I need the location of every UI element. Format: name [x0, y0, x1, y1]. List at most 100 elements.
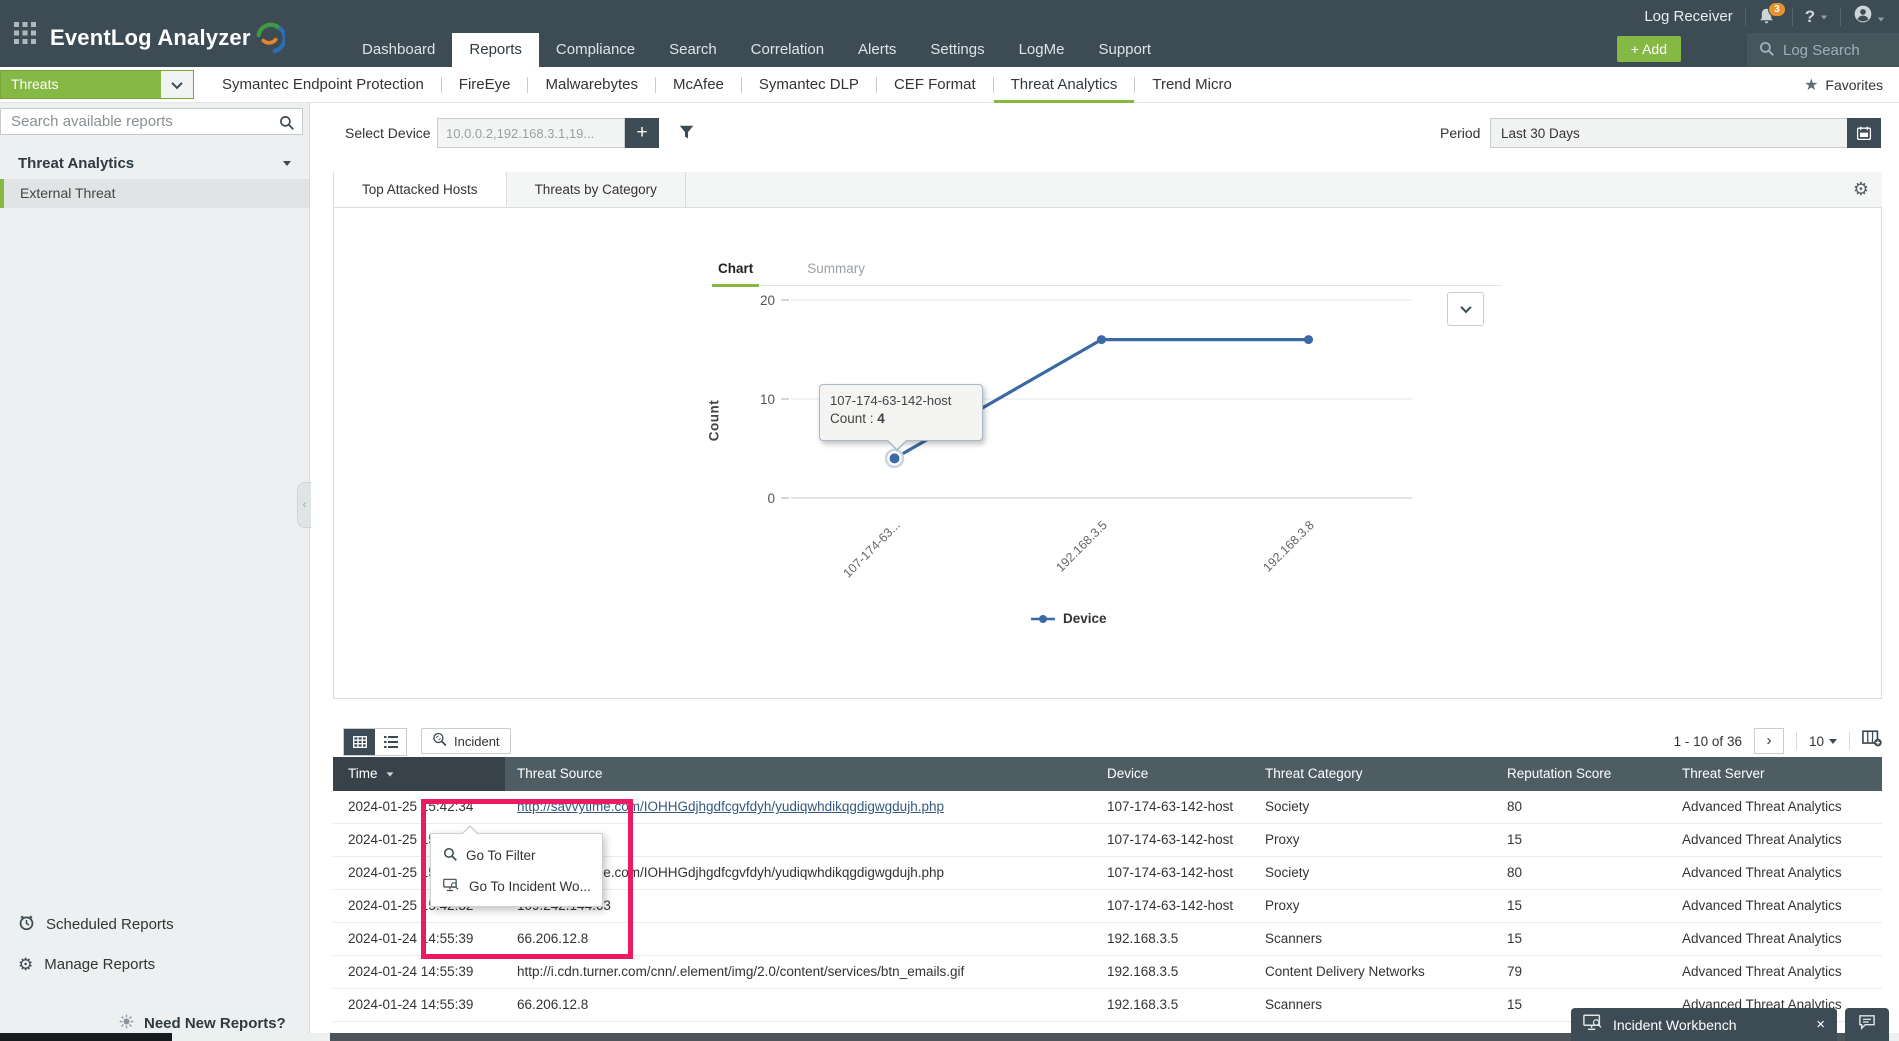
sidebar-item-external-threat[interactable]: External Threat [0, 179, 309, 208]
select-device-input[interactable] [437, 118, 625, 148]
filter-funnel-icon[interactable] [678, 124, 695, 146]
column-header-time[interactable]: Time [333, 757, 505, 791]
tab-trend-micro[interactable]: Trend Micro [1135, 67, 1248, 103]
nav-alerts[interactable]: Alerts [841, 33, 913, 67]
eventlog-analyzer-app: EventLog Analyzer Dashboard Reports Comp… [0, 0, 1899, 1041]
top-bar: EventLog Analyzer Dashboard Reports Comp… [0, 0, 1899, 67]
tab-cef-format[interactable]: CEF Format [877, 67, 993, 103]
tab-fireeye[interactable]: FireEye [442, 67, 528, 103]
data-point[interactable] [889, 453, 900, 464]
tab-top-attacked-hosts[interactable]: Top Attacked Hosts [333, 172, 507, 207]
menu-item-go-to-incident-workbench[interactable]: Go To Incident Wo... [431, 871, 602, 902]
search-icon [1759, 41, 1774, 60]
incident-magnifier-icon [432, 732, 447, 750]
search-reports-input[interactable] [1, 109, 302, 134]
apps-grid-icon[interactable] [14, 22, 36, 49]
nav-support[interactable]: Support [1081, 33, 1168, 67]
tab-summary[interactable]: Summary [801, 257, 871, 285]
chevron-down-icon [161, 71, 193, 98]
column-chooser-icon[interactable] [1862, 730, 1882, 752]
column-header-device[interactable]: Device [1095, 757, 1253, 791]
table-toolbar: Incident 1 - 10 of 36 › 10 [333, 727, 1882, 757]
nav-compliance[interactable]: Compliance [539, 33, 652, 67]
table-row[interactable]: 2024-01-24 14:55:39 66.206.12.8 192.168.… [333, 923, 1882, 956]
menu-item-go-to-filter[interactable]: Go To Filter [431, 840, 602, 871]
table-row[interactable]: 2024-01-24 14:55:39 http://i.cdn.turner.… [333, 956, 1882, 989]
y-axis-label: Count [706, 399, 722, 442]
divider [1849, 732, 1850, 750]
tooltip-label: Count : [830, 411, 874, 426]
brand-swirl-icon [253, 15, 287, 60]
report-nav-bar: Threats Symantec Endpoint Protection Fir… [0, 67, 1899, 103]
manage-reports-link[interactable]: ⚙ Manage Reports [18, 956, 155, 973]
grid-view-button[interactable] [344, 729, 375, 755]
tab-malwarebytes[interactable]: Malwarebytes [528, 67, 655, 103]
data-point[interactable] [1097, 335, 1106, 345]
threat-source-link[interactable]: http://savvytime.com/IOHHGdjhgdfcgvfdyh/… [517, 799, 944, 814]
next-page-button[interactable]: › [1753, 728, 1784, 754]
context-menu: Go To Filter Go To Incident Wo... [430, 825, 603, 907]
alarm-clock-icon [18, 914, 35, 935]
calendar-icon[interactable] [1847, 118, 1881, 148]
top-right-tools: Log Receiver 3 ? [1644, 0, 1885, 33]
nav-search[interactable]: Search [652, 33, 734, 67]
search-icon [443, 847, 457, 864]
scheduled-reports-link[interactable]: Scheduled Reports [18, 914, 174, 935]
need-new-reports-link[interactable]: Need New Reports? [118, 1013, 286, 1034]
tooltip-title: 107-174-63-142-host [830, 393, 952, 408]
chevron-down-icon [1877, 17, 1885, 22]
add-device-button[interactable]: + [625, 118, 659, 148]
notifications-bell-icon[interactable]: 3 [1758, 1, 1786, 27]
chart-tooltip: 107-174-63-142-host Count : 4 [819, 384, 983, 451]
column-header-threat-server[interactable]: Threat Server [1670, 757, 1882, 791]
report-type-tabs: Symantec Endpoint Protection FireEye Mal… [205, 67, 1249, 103]
search-icon[interactable] [279, 115, 294, 135]
favorites-button[interactable]: ★ Favorites [1804, 67, 1883, 103]
nav-reports[interactable]: Reports [452, 33, 539, 67]
tab-symantec-dlp[interactable]: Symantec DLP [742, 67, 876, 103]
column-header-threat-source[interactable]: Threat Source [505, 757, 1095, 791]
incident-button[interactable]: Incident [421, 728, 511, 754]
lightbulb-icon [118, 1013, 135, 1034]
period-input[interactable] [1490, 118, 1881, 148]
log-receiver-link[interactable]: Log Receiver [1644, 8, 1732, 25]
report-group-select[interactable]: Threats [0, 70, 194, 99]
incident-workbench-panel[interactable]: Incident Workbench × [1571, 1008, 1837, 1041]
report-settings-gear-icon[interactable]: ⚙ [1853, 180, 1869, 198]
app-logo[interactable]: EventLog Analyzer [50, 15, 287, 60]
column-header-reputation-score[interactable]: Reputation Score [1495, 757, 1670, 791]
legend-marker-icon [1031, 614, 1055, 623]
y-axis-tick-label: 10 [760, 392, 775, 407]
period-label: Period [1440, 125, 1481, 141]
divider [1791, 7, 1793, 26]
data-point[interactable] [1304, 335, 1313, 345]
scrollbar-thumb[interactable] [0, 1033, 172, 1041]
y-axis-tick-label: 20 [760, 293, 775, 308]
gear-icon: ⚙ [18, 955, 34, 974]
divider [1744, 7, 1746, 26]
list-view-button[interactable] [375, 729, 406, 755]
nav-dashboard[interactable]: Dashboard [345, 33, 452, 67]
tab-threats-by-category[interactable]: Threats by Category [507, 172, 686, 207]
divider [1839, 7, 1841, 26]
sidebar-section-threat-analytics[interactable]: Threat Analytics [0, 148, 309, 178]
nav-logme[interactable]: LogMe [1002, 33, 1082, 67]
help-menu[interactable]: ? [1805, 7, 1828, 27]
log-search-button[interactable]: Log Search [1747, 33, 1899, 67]
sidebar-collapse-handle[interactable]: ‹ [297, 482, 311, 528]
table-row[interactable]: 2024-01-25 15:42:34 http://savvytime.com… [333, 791, 1882, 824]
feedback-chat-button[interactable] [1845, 1008, 1889, 1041]
nav-settings[interactable]: Settings [913, 33, 1001, 67]
select-device-label: Select Device [345, 125, 431, 141]
close-icon[interactable]: × [1816, 1016, 1825, 1033]
nav-correlation[interactable]: Correlation [734, 33, 841, 67]
tab-symantec-endpoint-protection[interactable]: Symantec Endpoint Protection [205, 67, 441, 103]
add-button[interactable]: + Add [1616, 36, 1681, 62]
tab-threat-analytics[interactable]: Threat Analytics [994, 67, 1135, 103]
tab-mcafee[interactable]: McAfee [656, 67, 741, 103]
user-account-menu[interactable] [1853, 4, 1885, 29]
column-header-threat-category[interactable]: Threat Category [1253, 757, 1495, 791]
page-size-select[interactable]: 10 [1809, 734, 1837, 749]
pagination-range: 1 - 10 of 36 [1673, 733, 1742, 749]
chart-legend[interactable]: Device [1031, 611, 1107, 626]
